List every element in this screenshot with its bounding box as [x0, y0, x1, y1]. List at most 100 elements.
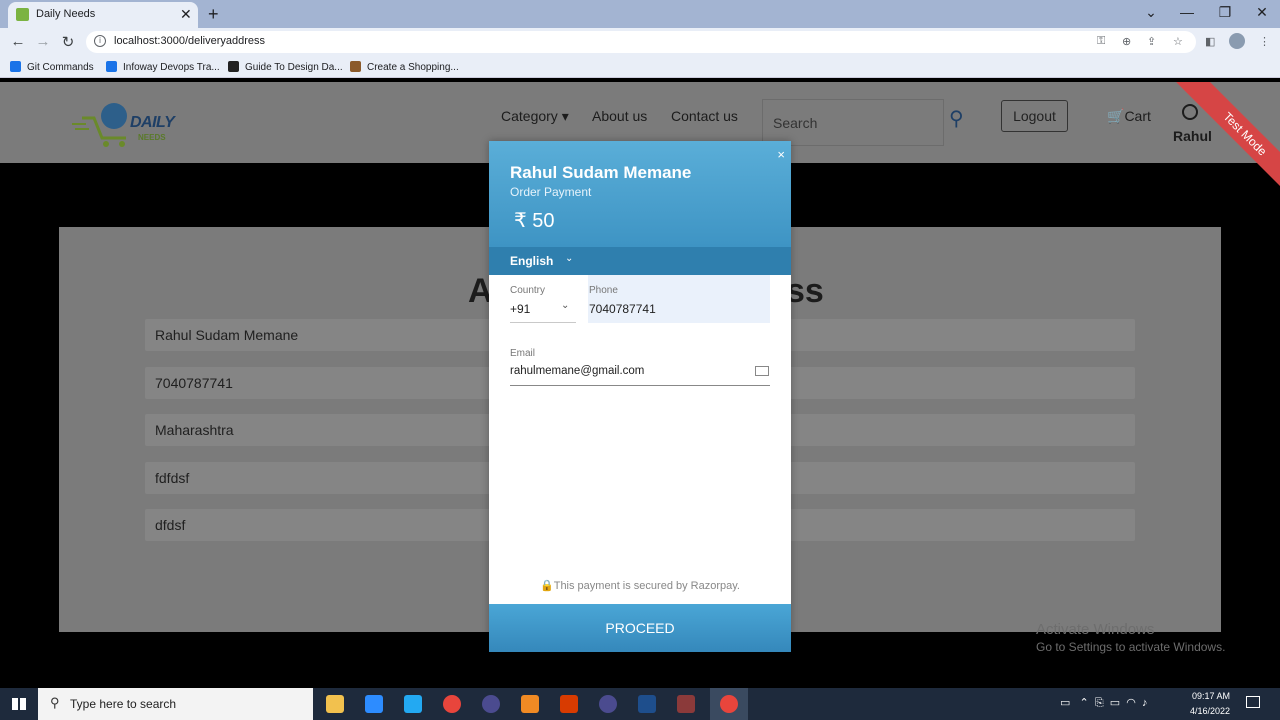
address-url[interactable]: localhost:3000/deliveryaddress: [114, 35, 265, 47]
country-underline: [510, 322, 576, 323]
app2-icon[interactable]: [677, 695, 695, 713]
payer-name: Rahul Sudam Memane: [510, 163, 692, 182]
forward-arrow-icon[interactable]: →: [33, 33, 53, 50]
office-icon[interactable]: [560, 695, 578, 713]
bookmark-infoway[interactable]: Infoway Devops Tra...: [106, 61, 220, 73]
bookmark-star-icon[interactable]: ☆: [1173, 35, 1183, 48]
modal-close-icon[interactable]: ×: [777, 147, 785, 162]
site-favicon-icon: [16, 8, 29, 21]
bookmark-guide[interactable]: Guide To Design Da...: [228, 61, 343, 73]
email-underline: [510, 385, 770, 386]
activation-watermark-title: Activate Windows: [1036, 621, 1155, 638]
chrome-active-taskbar-item[interactable]: [710, 688, 748, 720]
bookmark-icon: [228, 61, 239, 72]
tab-title: Daily Needs: [36, 8, 96, 20]
clock-time[interactable]: 09:17 AM: [1192, 691, 1230, 701]
key-icon[interactable]: ⚿: [1097, 35, 1105, 48]
bookmark-icon: [106, 61, 117, 72]
cart-logo-icon: [72, 103, 127, 147]
eclipse-icon[interactable]: [482, 695, 500, 713]
phone-label: Phone: [589, 285, 618, 296]
zoom-app-icon[interactable]: [365, 695, 383, 713]
cart-label: Cart: [1124, 108, 1151, 124]
payment-description: Order Payment: [510, 185, 592, 199]
browser-tab[interactable]: Daily Needs ✕: [8, 2, 198, 28]
form-title-right: ss: [786, 272, 824, 310]
cart-link[interactable]: 🛒Cart: [1107, 108, 1151, 125]
profile-avatar[interactable]: [1229, 33, 1245, 49]
bookmark-icon: [350, 61, 361, 72]
taskbar-search[interactable]: ⚲ Type here to search: [38, 688, 313, 720]
site-info-icon[interactable]: i: [94, 35, 106, 47]
field-value: 7040787741: [155, 375, 233, 391]
logo-subtext: NEEDS: [138, 133, 166, 142]
clock-date[interactable]: 4/16/2022: [1190, 706, 1230, 716]
site-search-placeholder: Search: [773, 115, 818, 131]
test-mode-label: Test Mode: [1176, 82, 1280, 202]
proceed-button[interactable]: PROCEED: [489, 604, 791, 652]
chevron-down-icon[interactable]: ⌄: [561, 300, 569, 311]
test-mode-ribbon: Test Mode: [1150, 82, 1280, 202]
logout-button[interactable]: Logout: [1001, 100, 1068, 132]
bookmark-icon: [10, 61, 21, 72]
chrome-icon: [720, 695, 738, 713]
field-value: Rahul Sudam Memane: [155, 327, 299, 343]
zoom-icon[interactable]: ⊕: [1122, 35, 1131, 48]
secured-note: 🔒This payment is secured by Razorpay.: [489, 579, 791, 592]
lock-icon: 🔒: [540, 580, 554, 592]
activation-watermark-text: Go to Settings to activate Windows.: [1036, 640, 1226, 654]
bookmark-label: Create a Shopping...: [367, 62, 459, 73]
payment-modal: × Rahul Sudam Memane Order Payment ₹ 50 …: [489, 141, 791, 652]
menu-dots-icon[interactable]: ⋮: [1259, 35, 1270, 48]
eclipse2-icon[interactable]: [599, 695, 617, 713]
cart-icon: 🛒: [1107, 108, 1125, 124]
payment-header: × Rahul Sudam Memane Order Payment ₹ 50: [489, 141, 791, 247]
vlc-icon[interactable]: [521, 695, 539, 713]
mail-icon: [755, 366, 769, 376]
bookmark-shopping[interactable]: Create a Shopping...: [350, 61, 459, 73]
minimize-button[interactable]: —: [1172, 4, 1202, 20]
reload-icon[interactable]: ↻: [58, 33, 78, 51]
search-icon[interactable]: ⚲: [949, 106, 964, 131]
app-icon[interactable]: [638, 695, 656, 713]
email-label: Email: [510, 348, 536, 359]
language-selector[interactable]: English ⌄: [489, 247, 791, 275]
nav-contact[interactable]: Contact us: [671, 108, 738, 124]
bookmark-label: Git Commands: [27, 62, 94, 73]
nav-category[interactable]: Category ▾: [501, 108, 569, 125]
new-tab-button[interactable]: +: [208, 4, 219, 25]
phone-input[interactable]: 7040787741: [589, 302, 656, 316]
bookmark-label: Guide To Design Da...: [245, 62, 343, 73]
windows-logo-icon: [12, 698, 26, 710]
nav-about[interactable]: About us: [592, 108, 647, 124]
file-explorer-icon[interactable]: [326, 695, 344, 713]
share-icon[interactable]: ⇪: [1147, 35, 1156, 48]
field-value: fdfdsf: [155, 470, 190, 486]
site-logo[interactable]: DAILY NEEDS: [72, 98, 187, 150]
tab-close-icon[interactable]: ✕: [180, 6, 192, 23]
vscode-icon[interactable]: [404, 695, 422, 713]
field-value: Maharashtra: [155, 422, 234, 438]
email-input[interactable]: rahulmemane@gmail.com: [510, 365, 644, 377]
maximize-button[interactable]: ❐: [1210, 4, 1240, 21]
country-select[interactable]: +91: [510, 302, 530, 316]
sidebar-icon[interactable]: ◧: [1205, 35, 1215, 48]
bookmark-git-commands[interactable]: Git Commands: [10, 61, 94, 73]
language-label: English: [510, 254, 554, 268]
chevron-down-icon: ⌄: [565, 253, 574, 264]
address-bar[interactable]: i localhost:3000/deliveryaddress: [86, 31, 1196, 53]
back-arrow-icon[interactable]: ←: [8, 33, 28, 50]
logo-text: DAILY: [130, 114, 175, 131]
site-search-input[interactable]: Search: [762, 99, 944, 146]
payment-amount: ₹ 50: [514, 210, 555, 232]
chrome-icon[interactable]: [443, 695, 461, 713]
bookmark-label: Infoway Devops Tra...: [123, 62, 220, 73]
field-value: dfdsf: [155, 517, 186, 533]
country-label: Country: [510, 285, 546, 296]
tab-search-icon[interactable]: ⌄: [1136, 4, 1166, 21]
secured-text: This payment is secured by Razorpay.: [553, 580, 740, 592]
system-tray-icons[interactable]: ▭ ⌃ ⎘ ▭ ◠ ♪: [1060, 696, 1148, 710]
start-button[interactable]: [0, 688, 38, 720]
notification-icon[interactable]: [1246, 696, 1260, 708]
close-window-button[interactable]: ✕: [1247, 4, 1277, 21]
